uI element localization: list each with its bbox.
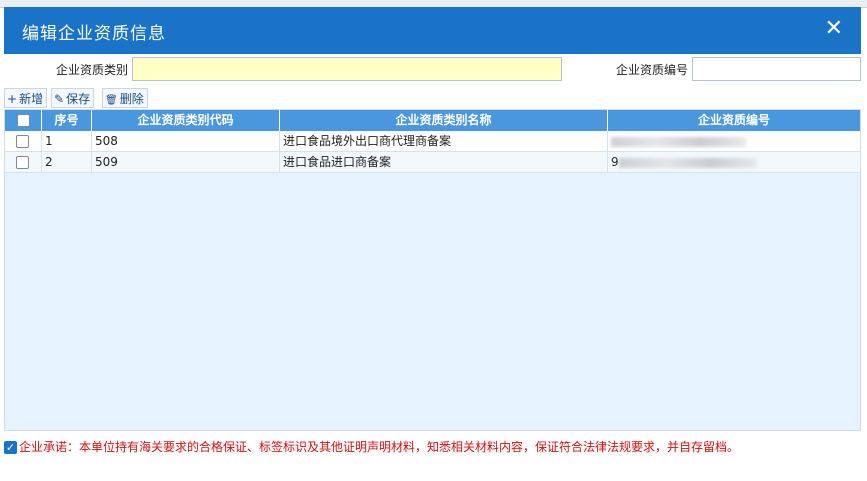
row-checkbox[interactable] [16,156,29,169]
add-button[interactable]: + 新增 [4,88,48,108]
table-row[interactable]: 2 509 进口食品进口商备案 9 [5,152,860,173]
pledge-row: ✓ 企业承诺：本单位持有海关要求的合格保证、标签标识及其他证明声明材料，知悉相关材… [4,439,861,455]
header-select-all[interactable] [5,110,42,131]
add-label: 新增 [19,92,44,106]
plus-icon: + [7,92,18,106]
close-icon[interactable]: ✕ [825,17,843,41]
row-number-prefix: 9 [611,155,619,169]
pledge-checkbox[interactable]: ✓ [4,441,17,454]
grid-header: 序号 企业资质类别代码 企业资质类别名称 企业资质编号 [5,110,860,131]
row-code: 508 [92,131,280,151]
grid-toolbar: + 新增 ✎ 保存 🗑 删除 [4,88,861,108]
delete-label: 删除 [119,92,144,106]
dialog-title: 编辑企业资质信息 [22,24,166,44]
table-row[interactable]: 1 508 进口食品境外出口商代理商备案 [5,131,860,152]
redacted-number [611,136,746,147]
trash-icon: 🗑 [105,95,118,106]
edit-icon: ✎ [54,92,65,106]
header-seq: 序号 [42,110,92,131]
row-name: 进口食品进口商备案 [280,152,608,172]
filter-form: 企业资质类别 企业资质编号 [4,57,861,83]
header-name: 企业资质类别名称 [280,110,608,131]
row-checkbox-cell[interactable] [5,131,42,151]
dialog-title-bar: 编辑企业资质信息 ✕ [4,7,861,54]
row-number [608,131,860,151]
qualification-grid: 序号 企业资质类别代码 企业资质类别名称 企业资质编号 1 508 进口食品境外… [4,109,861,431]
row-name: 进口食品境外出口商代理商备案 [280,131,608,151]
redacted-number [618,157,757,168]
row-code: 509 [92,152,280,172]
row-seq: 2 [42,152,92,172]
row-checkbox-cell[interactable] [5,152,42,172]
number-input[interactable] [692,57,861,81]
number-label: 企业资质编号 [615,63,688,77]
category-label: 企业资质类别 [55,63,128,77]
row-checkbox[interactable] [16,135,29,148]
header-code: 企业资质类别代码 [92,110,280,131]
delete-button[interactable]: 🗑 删除 [102,88,148,108]
category-input[interactable] [132,57,562,81]
pledge-text: 企业承诺：本单位持有海关要求的合格保证、标签标识及其他证明声明材料，知悉相关材料… [19,440,740,454]
row-seq: 1 [42,131,92,151]
header-number: 企业资质编号 [697,113,770,127]
select-all-checkbox[interactable] [16,114,30,127]
save-button[interactable]: ✎ 保存 [51,88,95,108]
row-number: 9 [608,152,860,172]
save-label: 保存 [66,92,91,106]
